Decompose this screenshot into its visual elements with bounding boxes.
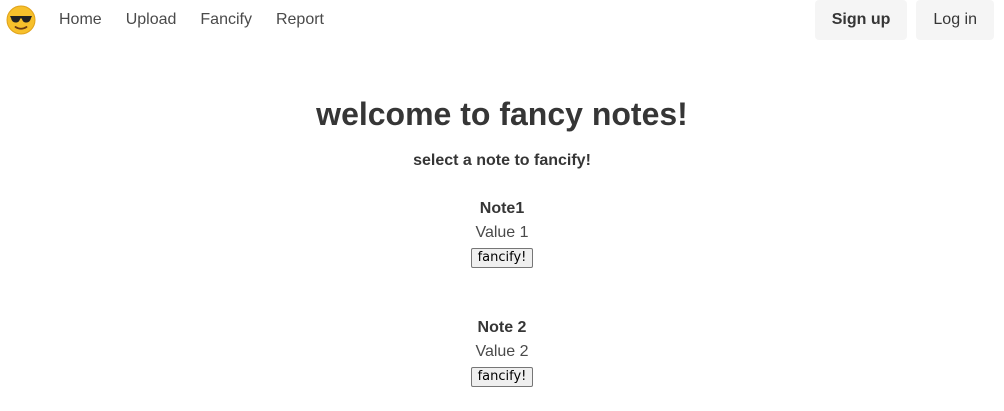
sunglasses-emoji-icon[interactable] <box>6 5 36 35</box>
nav-left: Home Upload Fancify Report <box>0 0 336 40</box>
fancify-button[interactable]: fancify! <box>470 367 534 387</box>
note-item-2: Note 2 Value 2 fancify! <box>0 268 1004 387</box>
nav-link-report[interactable]: Report <box>264 0 336 40</box>
note-title: Note 2 <box>477 319 527 336</box>
nav-link-fancify[interactable]: Fancify <box>188 0 264 40</box>
page-title: welcome to fancy notes! <box>316 96 688 132</box>
nav-link-home[interactable]: Home <box>47 0 114 40</box>
navbar: Home Upload Fancify Report Sign up Log i… <box>0 0 1004 40</box>
note-title: Note1 <box>479 200 525 217</box>
nav-right: Sign up Log in <box>814 0 1004 40</box>
log-in-button[interactable]: Log in <box>916 0 994 40</box>
main-content: welcome to fancy notes! select a note to… <box>0 40 1004 387</box>
note-item-1: Note1 Value 1 fancify! <box>0 171 1004 268</box>
fancify-button[interactable]: fancify! <box>470 248 534 268</box>
page-subtitle: select a note to fancify! <box>413 152 591 169</box>
sign-up-button[interactable]: Sign up <box>814 0 908 40</box>
nav-link-upload[interactable]: Upload <box>114 0 189 40</box>
note-value: Value 1 <box>475 224 529 241</box>
note-value: Value 2 <box>475 343 529 360</box>
